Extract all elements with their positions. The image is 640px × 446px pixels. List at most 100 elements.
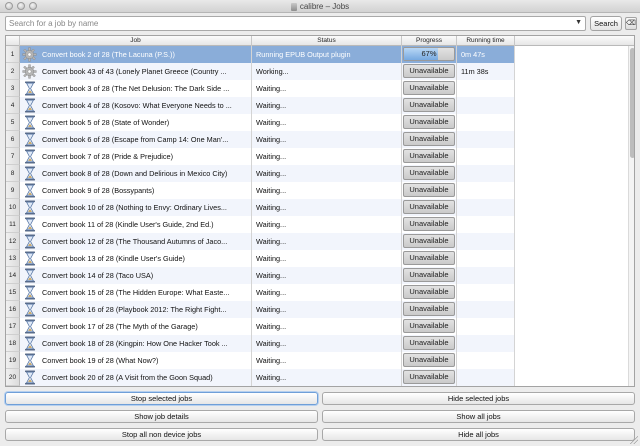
job-name: Convert book 10 of 28 (Nothing to Envy: …	[40, 199, 252, 216]
job-status: Waiting...	[252, 352, 402, 369]
job-status: Running EPUB Output plugin	[252, 46, 402, 63]
table-row[interactable]: 8 Convert book 8 of 28 (Down and Deliriou…	[6, 165, 515, 182]
job-status: Waiting...	[252, 369, 402, 386]
table-row[interactable]: 10 Convert book 10 of 28 (Nothing to Envy…	[6, 199, 515, 216]
table-row[interactable]: 3 Convert book 3 of 28 (The Net Delusion:…	[6, 80, 515, 97]
vertical-scrollbar[interactable]	[628, 46, 634, 386]
job-running-time	[457, 182, 515, 199]
progress-text: Unavailable	[409, 304, 449, 313]
show-job-details-button[interactable]: Show job details	[5, 410, 318, 423]
job-running-time: 11m 38s	[457, 63, 515, 80]
progress-text: Unavailable	[409, 236, 449, 245]
table-row[interactable]: 18 Convert book 18 of 28 (Kingpin: How On…	[6, 335, 515, 352]
table-row[interactable]: 6 Convert book 6 of 28 (Escape from Camp …	[6, 131, 515, 148]
table-row[interactable]: 9 Convert book 9 of 28 (Bossypants) Waitin…	[6, 182, 515, 199]
close-window-button[interactable]	[5, 2, 13, 10]
job-status: Waiting...	[252, 131, 402, 148]
table-row[interactable]: 7 Convert book 7 of 28 (Pride & Prejudice…	[6, 148, 515, 165]
scrollbar-thumb[interactable]	[630, 48, 634, 158]
table-row[interactable]: 14 Convert book 14 of 28 (Taco USA) Waitin…	[6, 267, 515, 284]
header-job[interactable]: Job	[20, 36, 252, 46]
search-input[interactable]	[6, 17, 566, 30]
job-running-time	[457, 335, 515, 352]
resize-grip-icon[interactable]	[630, 436, 638, 444]
table-row[interactable]: 16 Convert book 16 of 28 (Playbook 2012: …	[6, 301, 515, 318]
row-number: 4	[6, 97, 20, 114]
zoom-window-button[interactable]	[29, 2, 37, 10]
table-row[interactable]: 19 Convert book 19 of 28 (What Now?) Waiti…	[6, 352, 515, 369]
progress-text: Unavailable	[409, 66, 449, 75]
search-combobox[interactable]: ▼	[5, 16, 586, 31]
hourglass-icon	[24, 217, 36, 232]
progress-text: Unavailable	[409, 134, 449, 143]
job-progress: Unavailable	[402, 352, 457, 369]
job-name: Convert book 7 of 28 (Pride & Prejudice)	[40, 148, 252, 165]
progress-bar: Unavailable	[403, 217, 455, 231]
table-row[interactable]: 5 Convert book 5 of 28 (State of Wonder) W…	[6, 114, 515, 131]
table-row[interactable]: 2 Convert book 43 of 43 (Lonely Planet Gr…	[6, 63, 515, 80]
clear-search-icon[interactable]: ⌫	[625, 17, 637, 30]
row-number: 10	[6, 199, 20, 216]
table-row[interactable]: 15 Convert book 15 of 28 (The Hidden Euro…	[6, 284, 515, 301]
progress-bar: Unavailable	[403, 115, 455, 129]
header-running-time[interactable]: Running time	[457, 36, 515, 46]
row-number: 12	[6, 233, 20, 250]
stop-selected-jobs-button[interactable]: Stop selected jobs	[5, 392, 318, 405]
job-status: Waiting...	[252, 267, 402, 284]
progress-text: Unavailable	[409, 100, 449, 109]
progress-bar: Unavailable	[403, 319, 455, 333]
job-progress: Unavailable	[402, 199, 457, 216]
progress-bar: Unavailable	[403, 81, 455, 95]
job-progress: Unavailable	[402, 97, 457, 114]
row-number: 17	[6, 318, 20, 335]
table-row[interactable]: 4 Convert book 4 of 28 (Kosovo: What Ever…	[6, 97, 515, 114]
progress-bar: Unavailable	[403, 251, 455, 265]
job-running-time	[457, 199, 515, 216]
table-row[interactable]: 11 Convert book 11 of 28 (Kindle User's G…	[6, 216, 515, 233]
job-name: Convert book 17 of 28 (The Myth of the G…	[40, 318, 252, 335]
hourglass-icon	[24, 268, 36, 283]
hourglass-icon	[24, 166, 36, 181]
table-row[interactable]: 12 Convert book 12 of 28 (The Thousand Au…	[6, 233, 515, 250]
header-status[interactable]: Status	[252, 36, 402, 46]
table-row[interactable]: 20 Convert book 20 of 28 (A Visit from th…	[6, 369, 515, 386]
hourglass-icon	[24, 132, 36, 147]
hourglass-icon	[24, 353, 36, 368]
show-all-jobs-button[interactable]: Show all jobs	[322, 410, 635, 423]
header-progress[interactable]: Progress	[402, 36, 457, 46]
job-name: Convert book 16 of 28 (Playbook 2012: Th…	[40, 301, 252, 318]
table-row[interactable]: 17 Convert book 17 of 28 (The Myth of the…	[6, 318, 515, 335]
hide-selected-jobs-button[interactable]: Hide selected jobs	[322, 392, 635, 405]
job-name: Convert book 14 of 28 (Taco USA)	[40, 267, 252, 284]
minimize-window-button[interactable]	[17, 2, 25, 10]
table-row[interactable]: 13 Convert book 13 of 28 (Kindle User's G…	[6, 250, 515, 267]
job-progress: Unavailable	[402, 267, 457, 284]
search-row: ▼ Search ⌫	[5, 16, 637, 32]
job-progress: Unavailable	[402, 114, 457, 131]
hourglass-icon	[24, 98, 36, 113]
hourglass-icon	[24, 234, 36, 249]
job-icon-cell	[20, 148, 40, 165]
progress-text: Unavailable	[409, 219, 449, 228]
gear-icon	[22, 64, 37, 79]
hide-all-jobs-button[interactable]: Hide all jobs	[322, 428, 635, 441]
progress-text: Unavailable	[409, 270, 449, 279]
job-icon-cell	[20, 301, 40, 318]
job-status: Waiting...	[252, 301, 402, 318]
stop-all-non-device-jobs-button[interactable]: Stop all non device jobs	[5, 428, 318, 441]
row-number: 20	[6, 369, 20, 386]
row-number: 11	[6, 216, 20, 233]
search-button[interactable]: Search	[590, 16, 622, 31]
hourglass-icon	[24, 302, 36, 317]
progress-text: Unavailable	[409, 168, 449, 177]
job-status: Waiting...	[252, 216, 402, 233]
job-running-time	[457, 318, 515, 335]
table-row[interactable]: 1 Convert book 2 of 28 (The Lacuna (P.S.)…	[6, 46, 515, 63]
chevron-down-icon[interactable]: ▼	[575, 19, 582, 26]
progress-text: Unavailable	[409, 117, 449, 126]
job-name: Convert book 13 of 28 (Kindle User's Gui…	[40, 250, 252, 267]
job-name: Convert book 2 of 28 (The Lacuna (P.S.))	[40, 46, 252, 63]
progress-text: Unavailable	[409, 338, 449, 347]
job-running-time	[457, 165, 515, 182]
job-progress: Unavailable	[402, 233, 457, 250]
